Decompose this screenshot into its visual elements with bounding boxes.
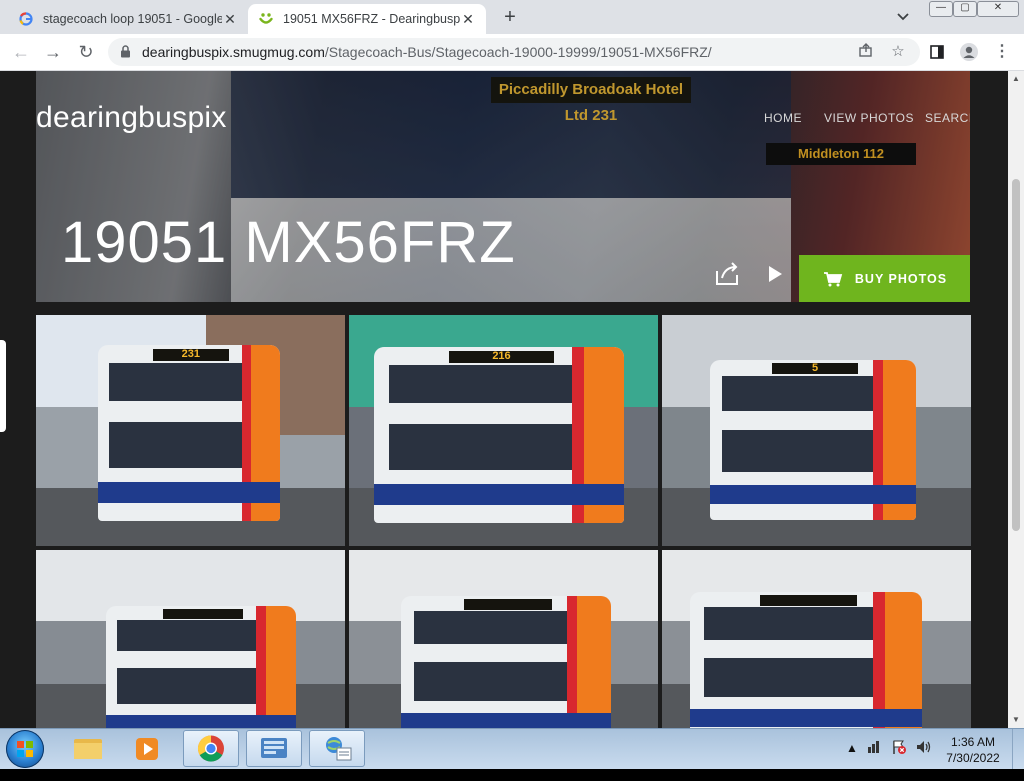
reload-icon[interactable]: ↻ <box>75 41 97 63</box>
minimize-button[interactable]: — <box>929 1 953 17</box>
album-title: 19051 MX56FRZ <box>61 210 516 275</box>
album-hero-banner: Piccadilly Broadoak Hotel Ltd 231 Middle… <box>36 71 970 302</box>
profile-avatar-icon[interactable] <box>958 41 980 63</box>
url-path: /Stagecoach-Bus/Stagecoach-19000-19999/1… <box>324 44 712 60</box>
chrome-icon[interactable] <box>183 730 239 767</box>
tab-google-search[interactable]: stagecoach loop 19051 - Google ✕ <box>8 4 248 34</box>
share-icon[interactable] <box>709 256 745 292</box>
site-logo[interactable]: dearingbuspix <box>36 101 227 135</box>
bus-destination-display <box>464 599 553 610</box>
show-desktop-button[interactable] <box>1012 729 1024 769</box>
nav-view-photos[interactable]: VIEW PHOTOS <box>824 111 914 125</box>
bus-destination-display: 5 <box>771 363 859 375</box>
slideshow-play-icon[interactable] <box>756 256 792 292</box>
clock-date: 7/30/2022 <box>946 751 1000 765</box>
bus-destination-display: 216 <box>449 350 554 363</box>
side-panel-icon[interactable] <box>926 41 948 63</box>
smugmug-icon <box>258 11 274 27</box>
volume-icon[interactable] <box>915 739 933 779</box>
bookmark-star-icon[interactable]: ☆ <box>888 42 908 62</box>
photo-thumbnail[interactable]: 5 <box>662 315 971 546</box>
back-arrow-icon[interactable]: ← <box>10 41 32 63</box>
close-tab-icon[interactable]: ✕ <box>222 11 238 27</box>
tab-title: 19051 MX56FRZ - Dearingbuspix <box>283 12 460 26</box>
url-host: dearingbuspix.smugmug.com <box>142 44 325 60</box>
clock-time: 1:36 AM <box>950 735 996 749</box>
page-content: Piccadilly Broadoak Hotel Ltd 231 Middle… <box>0 71 1008 728</box>
bus-destination-display: 231 <box>152 348 230 361</box>
taskbar-clock[interactable]: 1:36 AM 7/30/2022 <box>945 734 1001 766</box>
control-panel-icon[interactable] <box>246 730 302 767</box>
more-menu-icon[interactable]: ⋮ <box>991 41 1013 63</box>
bus-destination-display <box>163 608 243 619</box>
show-hidden-icons-icon[interactable]: ▲ <box>846 741 858 781</box>
buy-photos-button[interactable]: BUY PHOTOS <box>799 255 970 302</box>
file-explorer-icon[interactable] <box>60 730 116 767</box>
media-player-icon[interactable] <box>120 730 176 767</box>
nav-home[interactable]: HOME <box>764 111 802 125</box>
action-center-flag-icon[interactable] <box>891 739 907 779</box>
windows-taskbar: ▲ 1:36 AM 7/30/2022 <box>0 728 1024 769</box>
bus-destination-display <box>759 595 858 606</box>
new-tab-button[interactable]: + <box>498 6 522 30</box>
photo-thumbnail[interactable] <box>349 550 658 728</box>
lock-icon <box>120 45 131 58</box>
close-window-button[interactable]: ✕ <box>977 1 1019 17</box>
buy-photos-label: BUY PHOTOS <box>854 271 948 286</box>
address-bar[interactable]: dearingbuspix.smugmug.com/Stagecoach-Bus… <box>108 38 920 66</box>
maximize-button[interactable]: ▢ <box>953 1 977 17</box>
tab-strip: stagecoach loop 19051 - Google ✕ 19051 M… <box>0 0 1024 34</box>
start-button[interactable] <box>6 730 44 768</box>
browser-toolbar: ← → ↻ dearingbuspix.smugmug.com/Stagecoa… <box>0 34 1024 71</box>
cart-icon <box>823 271 843 286</box>
scroll-up-arrow-icon[interactable]: ▲ <box>1008 71 1024 87</box>
photo-thumbnail[interactable]: 216 <box>349 315 658 546</box>
tab-title: stagecoach loop 19051 - Google <box>43 12 222 26</box>
tab-search-chevron-icon[interactable] <box>896 9 914 25</box>
google-g-icon <box>18 11 34 27</box>
side-panel-handle[interactable] <box>0 340 6 432</box>
network-task-icon[interactable] <box>309 730 365 767</box>
tab-dearingbuspix[interactable]: 19051 MX56FRZ - Dearingbuspix ✕ <box>248 4 486 34</box>
url-text: dearingbuspix.smugmug.com/Stagecoach-Bus… <box>142 44 712 60</box>
share-page-icon[interactable] <box>856 42 876 62</box>
forward-arrow-icon[interactable]: → <box>42 41 64 63</box>
network-status-icon[interactable] <box>866 739 882 779</box>
close-tab-icon[interactable]: ✕ <box>460 11 476 27</box>
scroll-down-arrow-icon[interactable]: ▼ <box>1008 712 1024 728</box>
photo-thumbnail[interactable] <box>36 550 345 728</box>
scroll-thumb[interactable] <box>1012 179 1020 531</box>
photo-thumbnail[interactable]: 231 <box>36 315 345 546</box>
page-scrollbar[interactable]: ▲ ▼ <box>1008 71 1024 728</box>
nav-search[interactable]: SEARCH <box>925 111 970 125</box>
photo-thumbnail[interactable] <box>662 550 971 728</box>
